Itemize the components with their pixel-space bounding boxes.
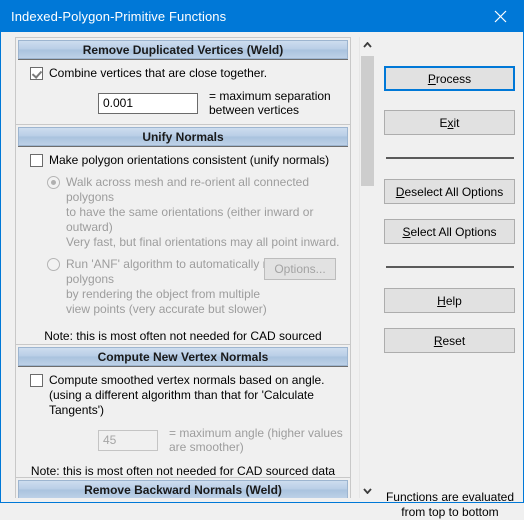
process-button[interactable]: Process [384, 66, 515, 91]
scrollbar-thumb[interactable] [361, 56, 374, 186]
button-separator-2 [386, 266, 514, 268]
max-angle-note: = maximum angle (higher values are smoot… [169, 426, 343, 454]
group-header-label: Compute New Vertex Normals [97, 349, 269, 364]
options-scroll-panel: Remove Duplicated Vertices (Weld) Combin… [7, 37, 374, 498]
checkbox-box[interactable] [30, 154, 43, 167]
group-header-label: Remove Duplicated Vertices (Weld) [82, 42, 284, 57]
exit-button[interactable]: Exit [384, 110, 515, 135]
select-all-options-button[interactable]: Select All Options [384, 219, 515, 244]
checkbox-label: Combine vertices that are close together… [49, 66, 268, 80]
group-compute-new-vertex-normals: Compute New Vertex Normals Compute smoot… [15, 344, 351, 488]
compute-sub-label: (using a different algorithm than that f… [49, 388, 314, 417]
dialog-window: Indexed-Polygon-Primitive Functions Remo… [0, 0, 524, 519]
group-header: Unify Normals [18, 127, 348, 146]
radio-walk-line2: to have the same orientations (either in… [66, 205, 314, 234]
deselect-all-options-button[interactable]: Deselect All Options [384, 179, 515, 204]
group-remove-duplicated-vertices: Remove Duplicated Vertices (Weld) Combin… [15, 37, 351, 126]
group-header-label: Remove Backward Normals (Weld) [84, 482, 282, 497]
anf-options-button[interactable]: Options... [264, 258, 336, 280]
group-body: Combine vertices that are close together… [16, 59, 350, 125]
weld-tolerance-input[interactable] [98, 92, 198, 114]
dialog-body: Remove Duplicated Vertices (Weld) Combin… [1, 32, 523, 519]
reset-button[interactable]: Reset [384, 328, 515, 353]
radio-button[interactable] [47, 258, 60, 271]
evaluation-order-note: Functions are evaluated from top to bott… [382, 490, 518, 520]
chevron-down-icon[interactable] [360, 483, 375, 498]
checkbox-box[interactable] [30, 67, 43, 80]
vertical-scrollbar[interactable] [359, 37, 375, 498]
checkbox-compute-smoothed-normals[interactable]: Compute smoothed vertex normals based on… [16, 373, 350, 388]
checkbox-box[interactable] [30, 374, 43, 387]
max-angle-row: = maximum angle (higher values are smoot… [16, 426, 350, 454]
button-separator-1 [386, 157, 514, 159]
radio-label: Walk across mesh and re-orient all conne… [66, 175, 309, 204]
action-button-column: Process Exit Deselect All Options Select… [384, 37, 516, 353]
checkbox-label: Make polygon orientations consistent (un… [49, 153, 330, 167]
process-button-label-rest: rocess [435, 71, 472, 86]
radio-anf-line2: by rendering the object from multiple [66, 287, 261, 301]
group-header: Compute New Vertex Normals [18, 347, 348, 366]
chevron-up-icon[interactable] [360, 37, 375, 52]
checkbox-combine-vertices[interactable]: Combine vertices that are close together… [16, 66, 350, 81]
close-icon[interactable] [478, 1, 523, 32]
group-header-label: Unify Normals [142, 129, 224, 144]
radio-anf-line3: view points (very accurate but slower) [66, 302, 267, 316]
checkbox-label: Compute smoothed vertex normals based on… [49, 373, 325, 387]
radio-walk-line3: Very fast, but final orientations may al… [66, 235, 340, 249]
weld-tolerance-note: = maximum separation between vertices [209, 89, 331, 117]
evaluation-order-line2: from top to bottom [401, 505, 499, 519]
group-remove-backward-normals: Remove Backward Normals (Weld) [15, 477, 351, 498]
weld-tolerance-row: = maximum separation between vertices [16, 89, 350, 117]
group-body: Compute smoothed vertex normals based on… [16, 366, 350, 487]
group-header: Remove Duplicated Vertices (Weld) [18, 40, 348, 59]
help-button[interactable]: Help [384, 288, 515, 313]
window-title: Indexed-Polygon-Primitive Functions [11, 9, 227, 24]
group-header: Remove Backward Normals (Weld) [18, 480, 348, 498]
max-angle-input[interactable] [98, 429, 158, 451]
title-bar: Indexed-Polygon-Primitive Functions [1, 1, 523, 32]
radio-button[interactable] [47, 176, 60, 189]
radio-walk-across-mesh[interactable]: Walk across mesh and re-orient all conne… [16, 175, 350, 205]
checkbox-unify-normals[interactable]: Make polygon orientations consistent (un… [16, 153, 350, 168]
